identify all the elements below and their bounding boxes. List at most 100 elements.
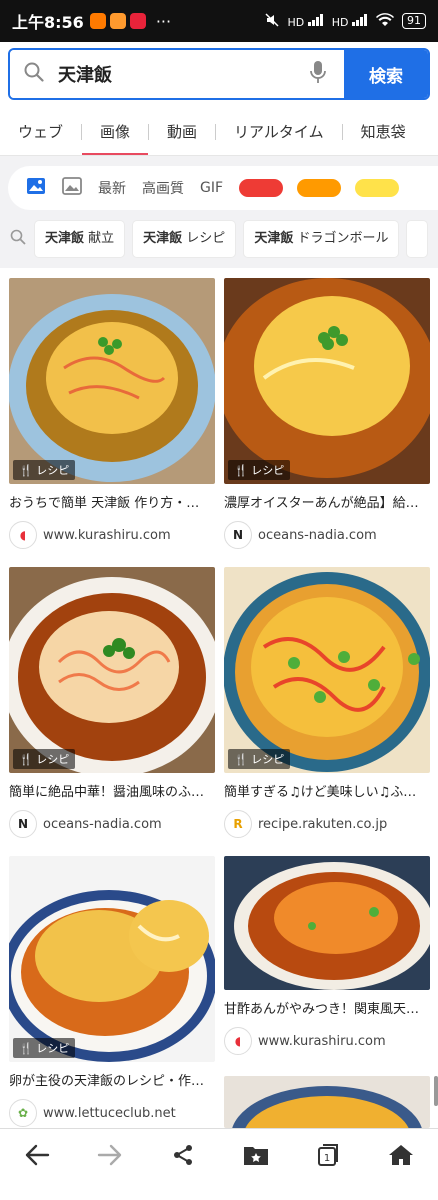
result-title[interactable]: おうちで簡単 天津飯 作り方・… bbox=[9, 492, 215, 511]
image-result[interactable]: 🍴 レシピ 簡単に絶品中華！醤油風味のふ… N oceans-nadia.com bbox=[9, 567, 215, 838]
tab-video[interactable]: 動画 bbox=[149, 108, 215, 155]
color-filter-yellow[interactable] bbox=[355, 179, 400, 197]
nadia-icon: N bbox=[224, 521, 252, 549]
weibo-icon bbox=[89, 13, 106, 29]
result-source[interactable]: ◖ www.kurashiru.com bbox=[224, 1027, 430, 1055]
image-result[interactable] bbox=[224, 1076, 430, 1128]
chip-keyword: 天津飯 bbox=[45, 231, 85, 246]
result-thumbnail[interactable] bbox=[224, 1076, 430, 1128]
tabs-icon[interactable]: 1 bbox=[316, 1143, 340, 1171]
result-site: oceans-nadia.com bbox=[43, 816, 162, 832]
kurashiru-icon: ◖ bbox=[224, 1027, 252, 1055]
lettuce-club-icon: ✿ bbox=[9, 1099, 37, 1127]
result-thumbnail[interactable]: 🍴 レシピ bbox=[9, 567, 215, 773]
svg-text:1: 1 bbox=[324, 1153, 330, 1164]
result-title[interactable]: 濃厚オイスターあんが絶品】給… bbox=[224, 492, 430, 511]
result-site: www.kurashiru.com bbox=[258, 1033, 386, 1049]
result-source[interactable]: N oceans-nadia.com bbox=[9, 810, 215, 838]
color-filter-orange[interactable] bbox=[297, 179, 342, 197]
search-query: 天津飯 bbox=[58, 65, 112, 86]
related-chip[interactable]: 天津飯 献立 bbox=[35, 221, 125, 257]
image-result[interactable]: 🍴 レシピ 濃厚オイスターあんが絶品】給… N oceans-nadia.com bbox=[224, 278, 430, 549]
search-button[interactable]: 検索 bbox=[344, 50, 428, 98]
signal-icon-2: HD bbox=[331, 13, 368, 29]
yahoo-icon bbox=[129, 13, 146, 29]
recipe-badge: 🍴 レシピ bbox=[228, 749, 291, 769]
share-icon[interactable] bbox=[171, 1143, 195, 1171]
result-thumbnail[interactable] bbox=[224, 856, 430, 990]
result-source[interactable]: R recipe.rakuten.co.jp bbox=[224, 810, 430, 838]
forward-icon[interactable] bbox=[97, 1143, 123, 1171]
microphone-icon[interactable] bbox=[310, 60, 326, 88]
badge-label: レシピ bbox=[36, 753, 70, 766]
filter-high-quality[interactable]: 高画質 bbox=[142, 178, 184, 198]
signal-label-2: HD bbox=[331, 15, 349, 29]
tab-web[interactable]: ウェブ bbox=[0, 108, 81, 155]
image-filter-icon[interactable] bbox=[62, 177, 82, 199]
result-source[interactable]: N oceans-nadia.com bbox=[224, 521, 430, 549]
result-thumbnail[interactable]: 🍴 レシピ bbox=[224, 567, 430, 773]
app-notification-icon bbox=[109, 13, 126, 29]
recipe-badge: 🍴 レシピ bbox=[13, 1038, 76, 1058]
related-chip[interactable]: 天津飯 レシピ bbox=[133, 221, 236, 257]
related-chip[interactable]: 天津飯 ドラゴンボール bbox=[244, 221, 399, 257]
image-result[interactable]: 🍴 レシピ 卵が主役の天津飯のレシピ・作… ✿ www.lettuceclub.… bbox=[9, 856, 215, 1127]
search-icon bbox=[10, 229, 26, 249]
image-result[interactable]: 甘酢あんがやみつき！関東風天… ◖ www.kurashiru.com bbox=[224, 856, 430, 1055]
scrollbar[interactable] bbox=[434, 1076, 438, 1106]
wifi-icon bbox=[376, 12, 394, 30]
rakuten-icon: R bbox=[224, 810, 252, 838]
filter-gif[interactable]: GIF bbox=[200, 180, 223, 196]
result-site: oceans-nadia.com bbox=[258, 527, 377, 543]
badge-label: レシピ bbox=[36, 464, 70, 477]
result-site: www.kurashiru.com bbox=[43, 527, 171, 543]
recipe-badge: 🍴 レシピ bbox=[13, 749, 76, 769]
search-tabs: ウェブ 画像 動画 リアルタイム 知恵袋 bbox=[0, 108, 438, 156]
photo-filter-icon[interactable] bbox=[26, 177, 46, 199]
tab-chiebukuro[interactable]: 知恵袋 bbox=[343, 108, 424, 155]
filter-bar: 最新 高画質 GIF bbox=[8, 166, 438, 210]
badge-label: レシピ bbox=[251, 753, 285, 766]
result-title[interactable]: 甘酢あんがやみつき！関東風天… bbox=[224, 998, 430, 1017]
result-title[interactable]: 卵が主役の天津飯のレシピ・作… bbox=[9, 1070, 215, 1089]
bottom-navigation: 1 bbox=[0, 1128, 438, 1184]
chip-suffix: レシピ bbox=[182, 231, 226, 246]
result-title[interactable]: 簡単に絶品中華！醤油風味のふ… bbox=[9, 781, 215, 800]
recipe-badge: 🍴 レシピ bbox=[228, 460, 291, 480]
result-site: recipe.rakuten.co.jp bbox=[258, 816, 388, 832]
tab-images[interactable]: 画像 bbox=[82, 108, 149, 155]
related-searches: 天津飯 献立 天津飯 レシピ 天津飯 ドラゴンボール bbox=[0, 220, 438, 258]
more-icon: ··· bbox=[155, 11, 172, 31]
battery-icon: 91 bbox=[402, 13, 426, 29]
chip-keyword: 天津飯 bbox=[254, 231, 294, 246]
result-title[interactable]: 簡単すぎる♫けど美味しい♫ふ… bbox=[224, 781, 430, 800]
result-source[interactable]: ✿ www.lettuceclub.net bbox=[9, 1099, 215, 1127]
bookmark-folder-icon[interactable] bbox=[243, 1144, 269, 1170]
notification-icons: ··· bbox=[89, 11, 172, 31]
recipe-badge: 🍴 レシピ bbox=[13, 460, 76, 480]
back-icon[interactable] bbox=[24, 1143, 50, 1171]
search-icon bbox=[24, 62, 44, 86]
search-bar: 天津飯 検索 bbox=[8, 48, 430, 100]
kurashiru-icon: ◖ bbox=[9, 521, 37, 549]
filter-latest[interactable]: 最新 bbox=[98, 178, 126, 198]
image-result[interactable]: 🍴 レシピ 簡単すぎる♫けど美味しい♫ふ… R recipe.rakuten.c… bbox=[224, 567, 430, 838]
signal-icon: HD bbox=[287, 13, 324, 29]
result-thumbnail[interactable]: 🍴 レシピ bbox=[9, 278, 215, 484]
result-site: www.lettuceclub.net bbox=[43, 1105, 176, 1121]
chip-suffix: 献立 bbox=[84, 231, 115, 246]
result-thumbnail[interactable]: 🍴 レシピ bbox=[224, 278, 430, 484]
image-result[interactable]: 🍴 レシピ おうちで簡単 天津飯 作り方・… ◖ www.kurashiru.c… bbox=[9, 278, 215, 549]
chip-keyword: 天津飯 bbox=[143, 231, 183, 246]
result-source[interactable]: ◖ www.kurashiru.com bbox=[9, 521, 215, 549]
gesture-bar bbox=[0, 1184, 438, 1200]
search-input[interactable]: 天津飯 bbox=[10, 50, 344, 98]
color-filter-red[interactable] bbox=[239, 179, 284, 197]
result-thumbnail[interactable]: 🍴 レシピ bbox=[9, 856, 215, 1062]
home-icon[interactable] bbox=[388, 1143, 414, 1171]
chip-suffix: ドラゴンボール bbox=[293, 231, 389, 246]
mute-icon bbox=[264, 12, 280, 31]
signal-label: HD bbox=[287, 15, 305, 29]
tab-realtime[interactable]: リアルタイム bbox=[216, 108, 342, 155]
related-chip[interactable] bbox=[407, 221, 428, 257]
